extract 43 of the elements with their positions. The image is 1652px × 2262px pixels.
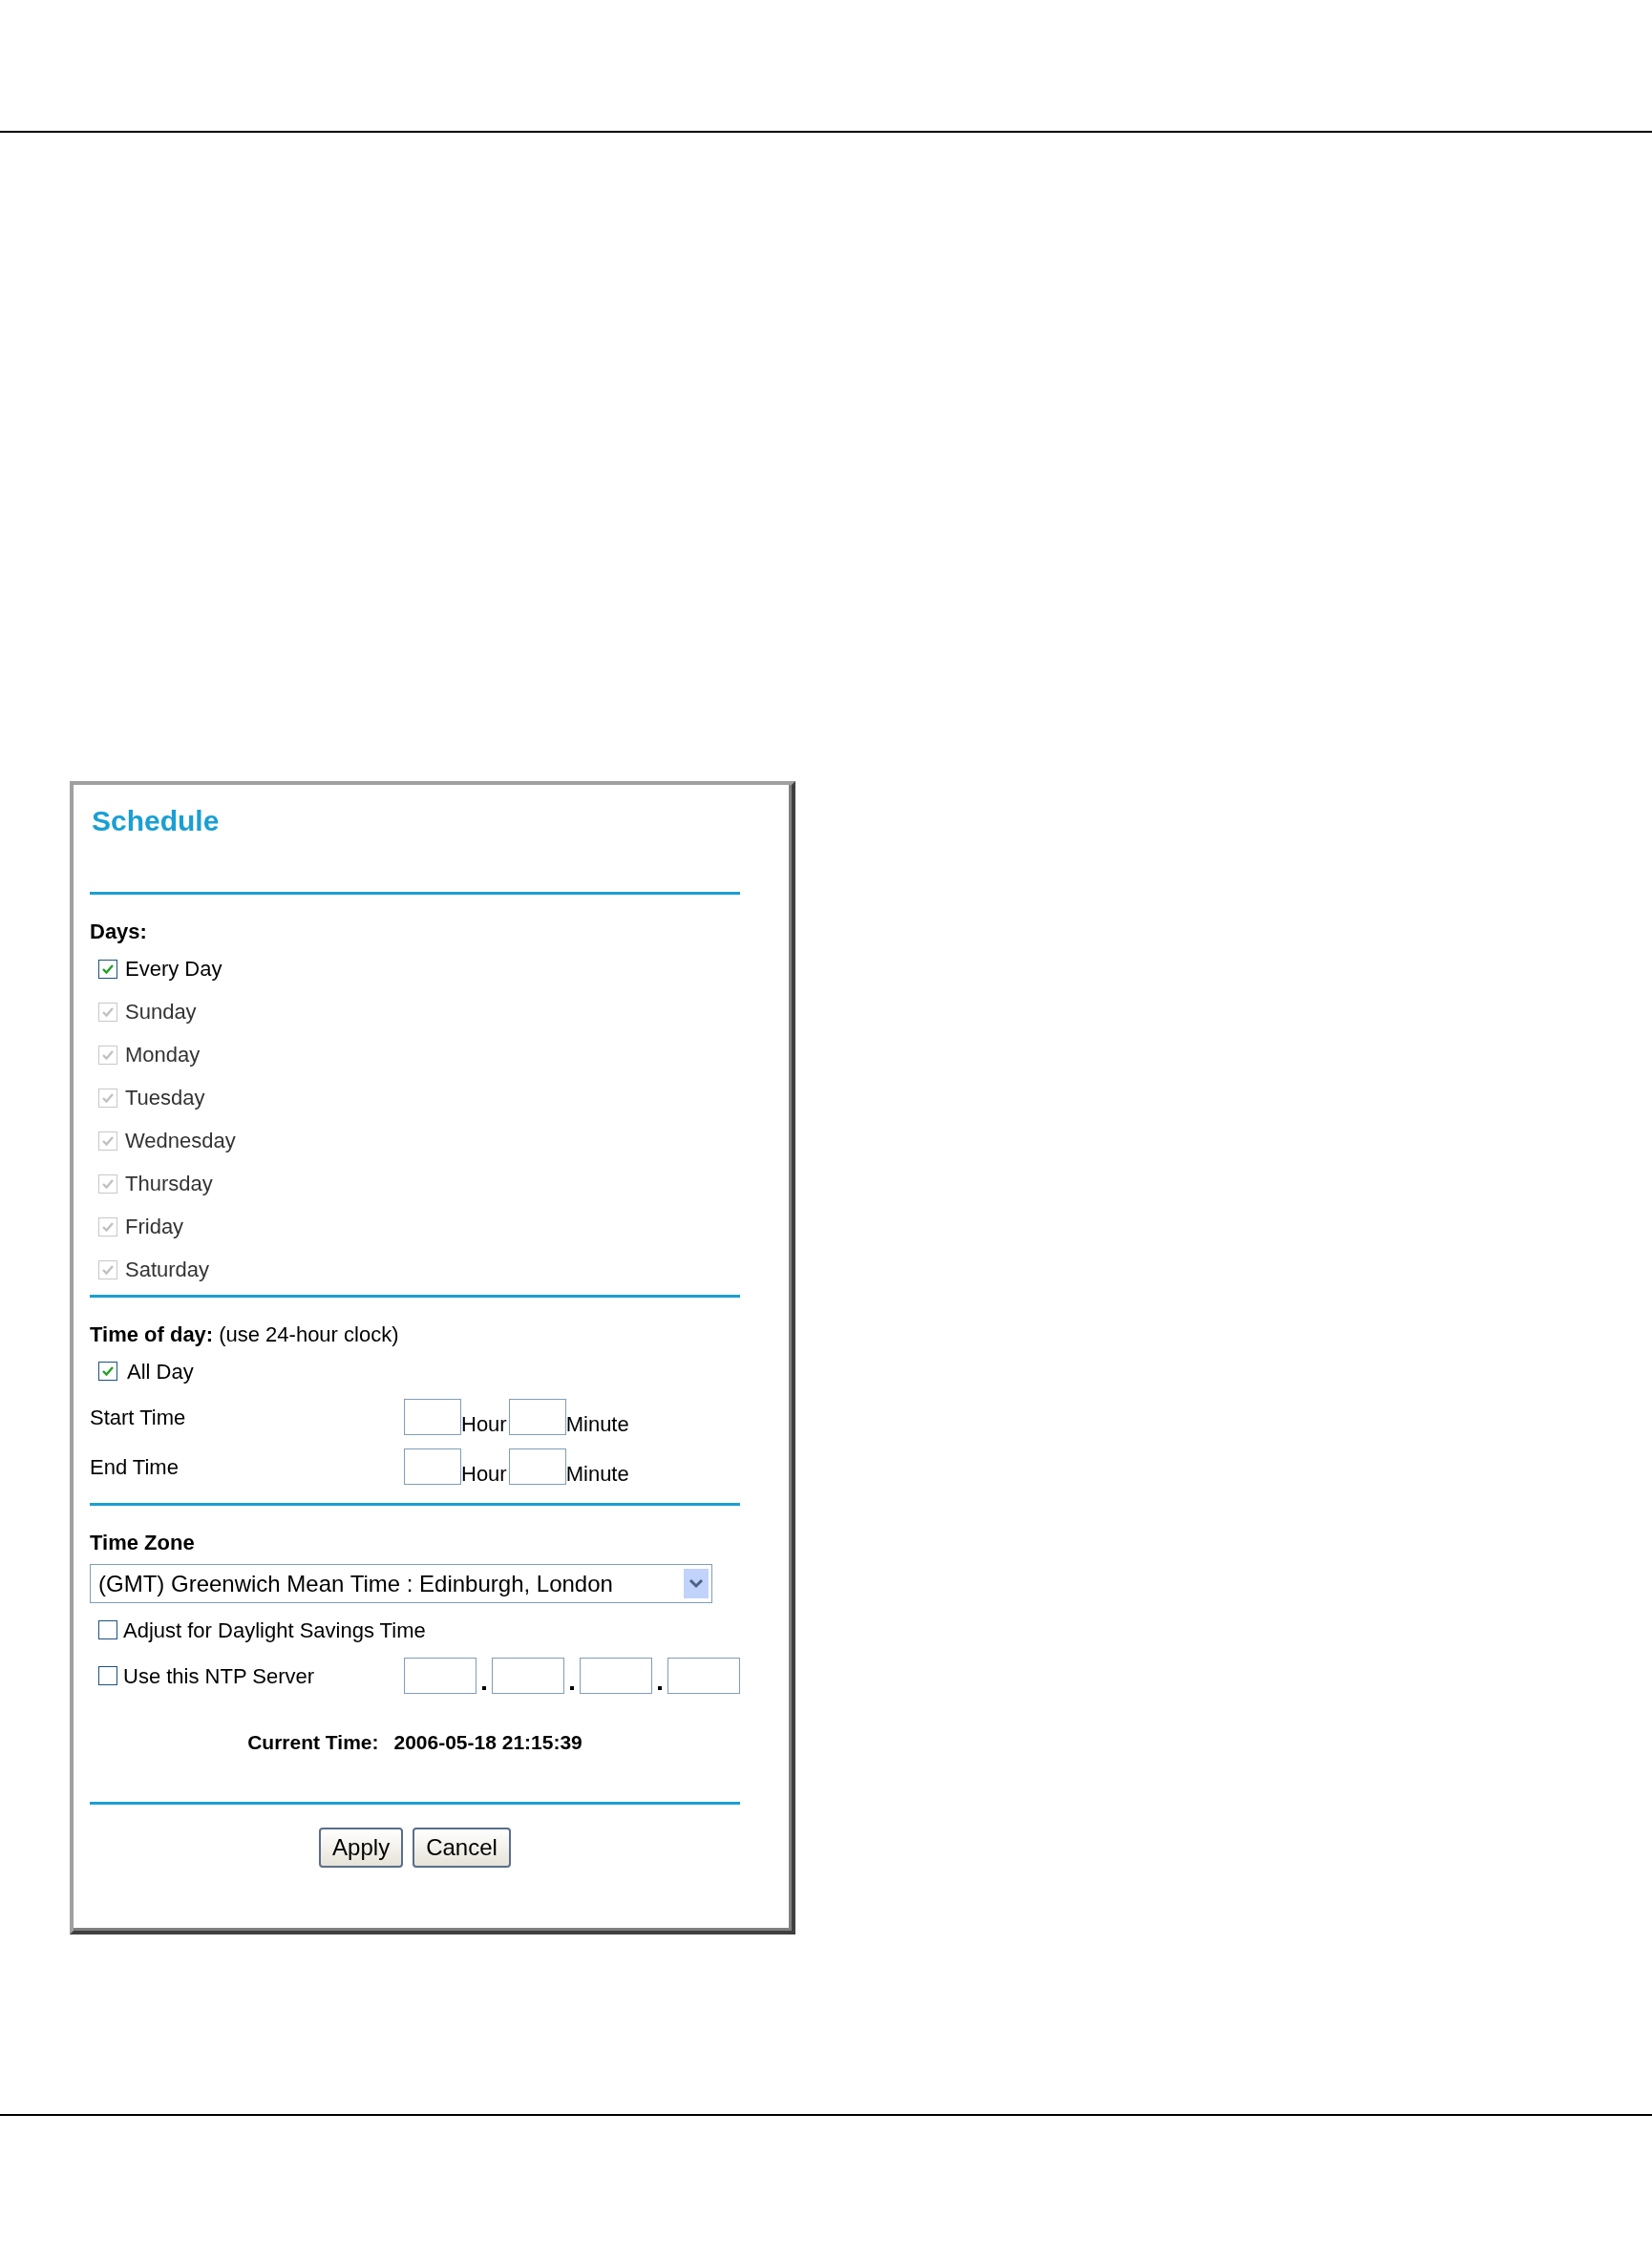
page-title: Schedule [92,804,221,838]
checkbox-label: Every Day [125,956,222,983]
text-field[interactable] [404,1658,477,1694]
dot-separator-icon [658,1686,662,1690]
time-zone-dropdown[interactable]: (GMT) Greenwich Mean Time : Edinburgh, London [90,1564,712,1603]
text-field[interactable] [404,1399,461,1435]
text-field[interactable] [580,1658,652,1694]
current-time-label: Current Time: [247,1730,379,1755]
checkbox-label: Friday [125,1214,184,1240]
checkbox-label: All Day [127,1358,194,1385]
text-field[interactable] [667,1658,740,1694]
current-time-value: 2006-05-18 21:15:39 [393,1730,582,1755]
text-field[interactable] [508,1399,566,1435]
field-unit: Hour [461,1411,507,1438]
checkbox[interactable] [98,1362,117,1381]
form-button[interactable]: Apply [319,1827,404,1868]
field-label: End Time [90,1453,180,1481]
text-field[interactable] [404,1448,461,1485]
checkbox-label: Adjust for Daylight Savings Time [123,1617,426,1644]
section-label: Time of day: [90,1321,214,1348]
section-label: Time Zone [90,1530,196,1556]
checkbox-label: Wednesday [125,1128,236,1154]
form-button[interactable]: Cancel [413,1827,511,1868]
dot-separator-icon [570,1686,574,1690]
checkbox-label: Monday [125,1042,201,1068]
checkbox-label: Thursday [125,1171,213,1197]
hint-text: (use 24-hour clock) [219,1321,399,1348]
section-label: Days: [90,919,148,945]
check-icon [101,1364,115,1378]
field-unit: Hour [461,1461,507,1488]
checkbox-label: Saturday [125,1257,210,1283]
text-field[interactable] [492,1658,564,1694]
checkbox[interactable] [98,1620,117,1639]
checkbox-label: Use this NTP Server [123,1662,315,1690]
field-unit: Minute [565,1461,629,1488]
dot-separator-icon [482,1686,486,1690]
field-label: Start Time [90,1404,187,1431]
field-unit: Minute [565,1411,629,1438]
checkbox-label: Sunday [125,999,197,1025]
checkbox-label: Tuesday [125,1085,205,1111]
checkbox[interactable] [98,959,117,979]
checkbox[interactable] [98,1666,117,1685]
text-field[interactable] [508,1448,566,1485]
